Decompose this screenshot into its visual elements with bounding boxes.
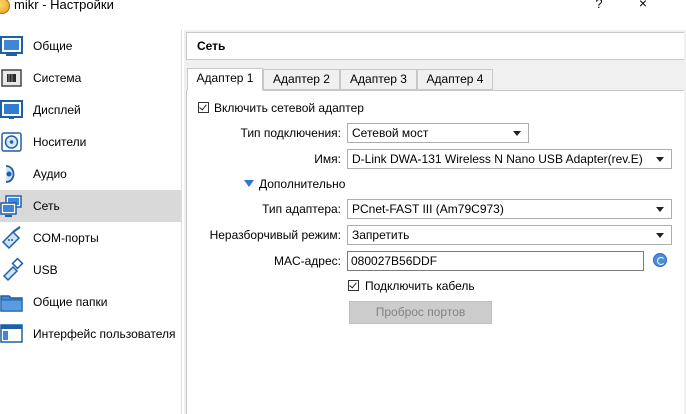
sidebar-item-label: Дисплей [33,103,81,117]
attached-to-label: Тип подключения: [240,126,341,140]
settings-content: Сеть Адаптер 1 Адаптер 2 Адаптер 3 Адапт… [184,30,686,414]
adapter-name-select[interactable]: D-Link DWA-131 Wireless N Nano USB Adapt… [347,149,672,169]
sidebar-item-label: Система [33,71,82,85]
network-icon [0,195,22,217]
sidebar-item-label: Носители [33,135,87,149]
adapter-type-select[interactable]: PCnet-FAST III (Am79C973) [347,199,672,219]
attached-to-select[interactable]: Сетевой мост [347,123,529,143]
mac-address-label: MAC-адрес: [273,254,341,268]
sidebar-item-label: Аудио [33,167,67,181]
sidebar-item-display[interactable]: Дисплей [0,94,181,126]
refresh-icon[interactable] [653,253,667,267]
sidebar-item-storage[interactable]: Носители [0,126,181,158]
sidebar-item-label: COM-порты [33,231,99,245]
adapter-type-value: PCnet-FAST III (Am79C973) [352,202,504,216]
sidebar-item-audio[interactable]: Аудио [0,158,181,190]
promiscuous-mode-value: Запретить [352,228,410,242]
chevron-down-icon [513,131,521,136]
adapter-name-label: Имя: [314,152,341,166]
sidebar-item-network[interactable]: Сеть [0,190,181,222]
cable-connected-label: Подключить кабель [365,279,475,293]
sidebar-item-label: Интерфейс пользователя [33,327,176,341]
sidebar-item-label: USB [33,263,58,277]
sidebar-item-system[interactable]: Система [0,62,181,94]
title-bar: mikr - Настройки ? × [0,0,686,30]
section-header: Сеть [186,32,684,60]
general-icon [0,36,23,56]
chevron-down-icon [656,157,664,162]
system-icon [1,69,22,87]
sidebar-item-serial-ports[interactable]: COM-порты [0,222,181,254]
serial-ports-icon [1,226,21,250]
storage-icon [1,132,22,152]
tab-adapter-2[interactable]: Адаптер 2 [263,69,340,90]
attached-to-value: Сетевой мост [352,126,429,140]
chevron-down-icon [656,207,664,212]
sidebar-item-shared-folders[interactable]: Общие папки [0,286,181,318]
mac-address-input[interactable] [347,251,644,271]
promiscuous-mode-select[interactable]: Запретить [347,225,672,245]
tab-adapter-4[interactable]: Адаптер 4 [417,69,493,90]
app-icon [0,0,10,14]
sidebar-item-general[interactable]: Общие [0,30,181,62]
help-button[interactable]: ? [592,0,606,11]
chevron-down-icon [656,233,664,238]
sidebar-item-label: Общие [33,39,73,53]
enable-adapter-label: Включить сетевой адаптер [214,101,364,115]
enable-adapter-checkbox[interactable] [198,102,209,113]
adapter-type-label: Тип адаптера: [262,202,341,216]
adapter-name-value: D-Link DWA-131 Wireless N Nano USB Adapt… [352,152,643,166]
sidebar-item-usb[interactable]: USB [0,254,181,286]
cable-connected-checkbox[interactable] [348,280,359,291]
user-interface-icon [0,324,23,343]
window-title: mikr - Настройки [14,0,114,12]
audio-icon [5,165,15,183]
tab-adapter-1[interactable]: Адаптер 1 [187,68,263,91]
close-button[interactable]: × [635,0,651,10]
page-title: Сеть [197,39,226,53]
display-icon [0,100,23,119]
promiscuous-mode-label: Неразборчивый режим: [209,228,341,242]
advanced-expand-icon[interactable] [244,180,254,187]
settings-sidebar: Общие Система Дисплей Носители Аудио Сет… [0,30,182,414]
sidebar-item-label: Сеть [33,199,60,213]
port-forwarding-button[interactable]: Проброс портов [349,301,492,324]
sidebar-item-user-interface[interactable]: Интерфейс пользователя [0,318,181,350]
sidebar-item-label: Общие папки [33,295,108,309]
shared-folders-icon [0,295,23,312]
advanced-toggle[interactable]: Дополнительно [259,177,345,191]
usb-icon [2,258,24,282]
tab-adapter-3[interactable]: Адаптер 3 [340,69,417,90]
